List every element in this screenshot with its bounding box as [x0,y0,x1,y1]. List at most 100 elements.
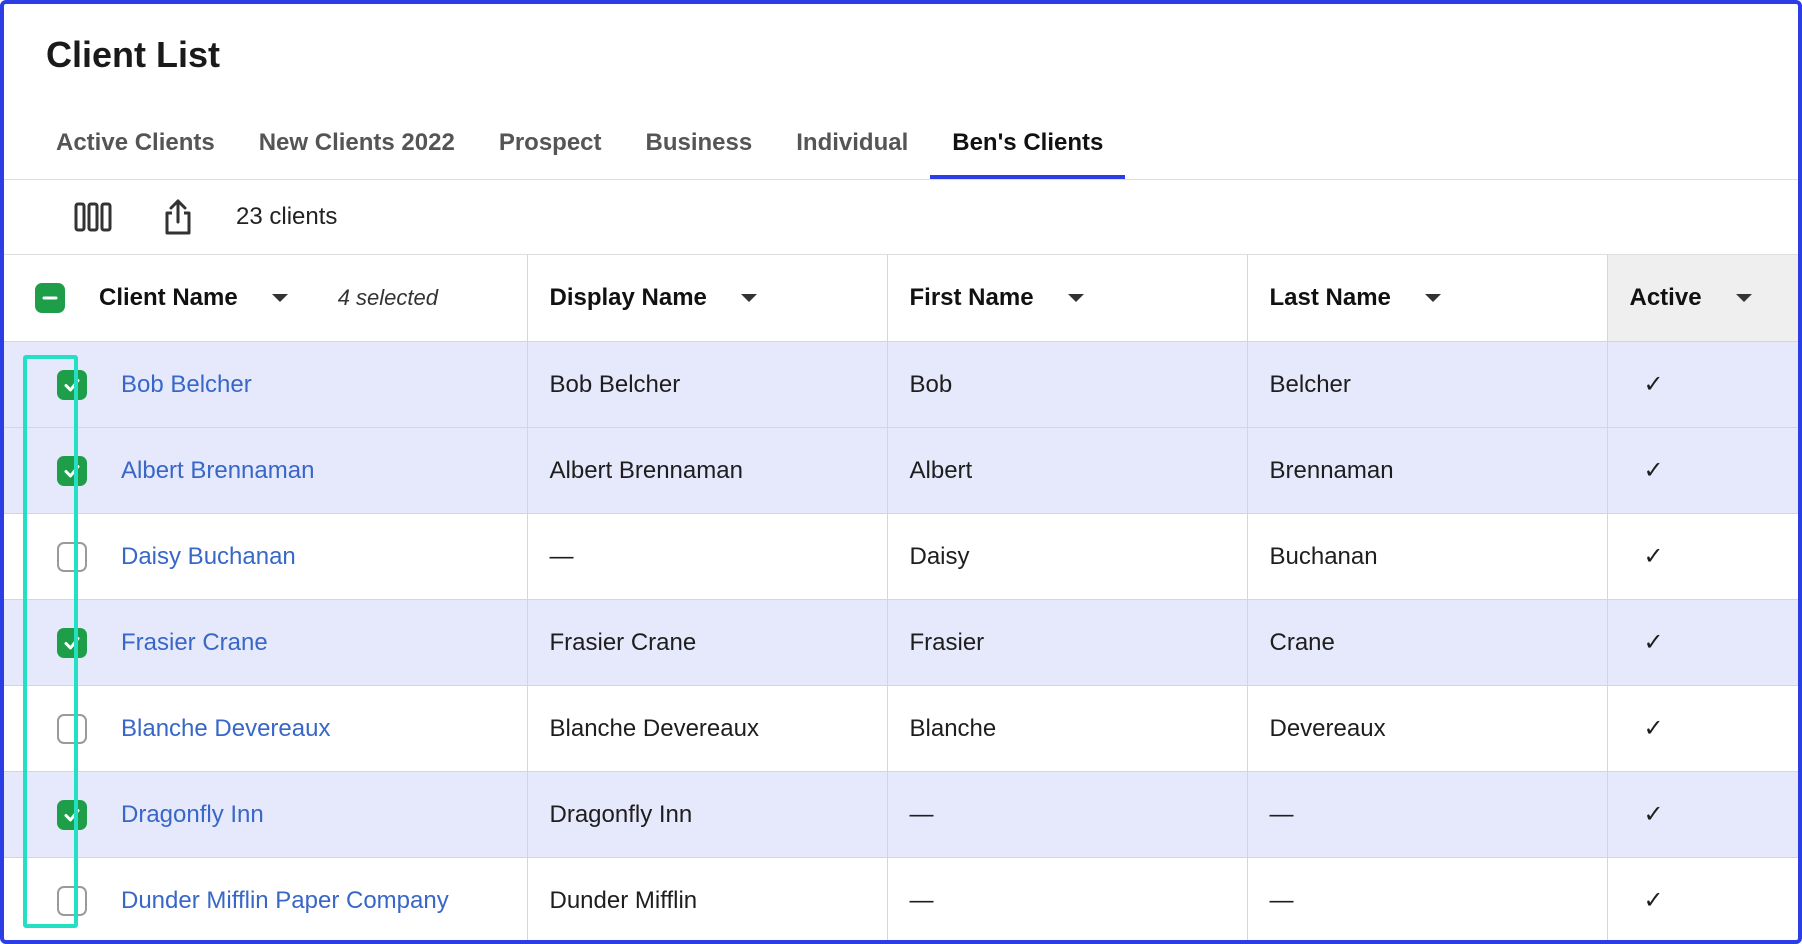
sort-caret-icon[interactable] [271,294,288,302]
cell-client-name: Blanche Devereaux [4,685,528,772]
client-name-link[interactable]: Frasier Crane [121,629,268,657]
cell-display-name: Albert Brennaman [527,427,888,514]
header-first-name: First Name [887,255,1248,342]
cell-client-name: Bob Belcher [4,341,528,428]
cell-client-name: Frasier Crane [4,599,528,686]
client-count: 23 clients [236,203,338,230]
header-client-name-label: Client Name [99,284,238,311]
active-check-icon: ✓ [1643,801,1664,828]
cell-display-name: Bob Belcher [527,341,888,428]
select-all-checkbox[interactable] [35,283,65,313]
cell-display-name: Blanche Devereaux [527,685,888,772]
row-checkbox[interactable] [57,627,87,658]
cell-last-name: Devereaux [1247,685,1608,772]
cell-first-name: Bob [887,341,1248,428]
cell-client-name: Albert Brennaman [4,427,528,514]
tab-prospect[interactable]: Prospect [477,114,624,180]
client-name-link[interactable]: Daisy Buchanan [121,543,296,571]
app-frame: Client List Active Clients New Clients 2… [0,0,1802,944]
cell-first-name: Frasier [887,599,1248,686]
cell-display-name: — [527,513,888,600]
selection-count: 4 selected [337,285,438,310]
header-first-name-label: First Name [909,284,1034,311]
share-export-icon [165,199,191,235]
table-row[interactable]: Bob Belcher Bob Belcher Bob Belcher ✓ [4,341,1798,428]
table-row[interactable]: Frasier Crane Frasier Crane Frasier Crane ✓ [4,599,1798,686]
table-row[interactable]: Daisy Buchanan — Daisy Buchanan ✓ [4,513,1798,600]
table-row[interactable]: Dunder Mifflin Paper Company Dunder Miffl… [4,857,1798,940]
cell-first-name: Blanche [887,685,1248,772]
row-checkbox[interactable] [57,541,87,572]
cell-first-name: Albert [887,427,1248,514]
cell-active: ✓ [1607,427,1798,514]
cell-last-name: Buchanan [1247,513,1608,600]
cell-active: ✓ [1607,771,1798,858]
cell-last-name: Belcher [1247,341,1608,428]
page-title: Client List [46,34,221,75]
cell-client-name: Dunder Mifflin Paper Company [4,857,528,940]
checkmark-icon [64,636,80,649]
row-checkbox[interactable] [57,885,87,916]
cell-last-name: — [1247,771,1608,858]
sort-caret-icon[interactable] [1067,294,1084,302]
header-active-label: Active [1629,284,1702,311]
cell-active: ✓ [1607,685,1798,772]
client-table: Client Name 4 selected Display Name Firs… [4,255,1798,940]
checkmark-icon [64,808,80,821]
row-checkbox[interactable] [57,455,87,486]
table-row[interactable]: Albert Brennaman Albert Brennaman Albert Br… [4,427,1798,514]
client-name-link[interactable]: Albert Brennaman [121,457,314,485]
client-name-link[interactable]: Dragonfly Inn [121,801,264,829]
active-check-icon: ✓ [1643,457,1664,484]
cell-client-name: Daisy Buchanan [4,513,528,600]
cell-last-name: Crane [1247,599,1608,686]
client-name-link[interactable]: Blanche Devereaux [121,715,330,743]
tab-business[interactable]: Business [624,114,775,180]
sort-caret-icon[interactable] [740,294,757,302]
tab-bar: Active Clients New Clients 2022 Prospect… [34,114,1798,180]
active-check-icon: ✓ [1643,715,1664,742]
tab-new-clients-2022[interactable]: New Clients 2022 [237,114,477,180]
cell-display-name: Dunder Mifflin [527,857,888,940]
cell-first-name: — [887,857,1248,940]
cell-last-name: — [1247,857,1608,940]
row-checkbox[interactable] [57,713,87,744]
columns-button[interactable] [70,196,116,238]
sort-caret-icon[interactable] [1735,294,1752,302]
header-active: Active [1607,255,1798,342]
row-checkbox[interactable] [57,369,87,400]
cell-client-name: Dragonfly Inn [4,771,528,858]
checkmark-icon [64,464,80,477]
cell-first-name: — [887,771,1248,858]
sort-caret-icon[interactable] [1424,294,1441,302]
toolbar: 23 clients [4,180,1798,255]
row-checkbox[interactable] [57,799,87,830]
export-button[interactable] [155,196,201,238]
header-last-name-label: Last Name [1269,284,1391,311]
tab-bens-clients[interactable]: Ben's Clients [930,114,1126,180]
tab-individual[interactable]: Individual [774,114,930,180]
cell-active: ✓ [1607,599,1798,686]
cell-display-name: Frasier Crane [527,599,888,686]
client-name-link[interactable]: Bob Belcher [121,371,252,399]
active-check-icon: ✓ [1643,543,1664,570]
table-row[interactable]: Dragonfly Inn Dragonfly Inn — — ✓ [4,771,1798,858]
client-name-link[interactable]: Dunder Mifflin Paper Company [121,887,449,915]
active-check-icon: ✓ [1643,887,1664,914]
cell-active: ✓ [1607,341,1798,428]
minus-icon [42,296,58,300]
table-row[interactable]: Blanche Devereaux Blanche Devereaux Blanch… [4,685,1798,772]
active-check-icon: ✓ [1643,629,1664,656]
header-display-name: Display Name [527,255,888,342]
header-client-name: Client Name 4 selected [4,255,528,342]
cell-last-name: Brennaman [1247,427,1608,514]
checkmark-icon [64,378,80,391]
cell-active: ✓ [1607,857,1798,940]
cell-first-name: Daisy [887,513,1248,600]
header-display-name-label: Display Name [549,284,707,311]
columns-icon [74,202,112,232]
header-last-name: Last Name [1247,255,1608,342]
cell-display-name: Dragonfly Inn [527,771,888,858]
tab-active-clients[interactable]: Active Clients [34,114,237,180]
active-check-icon: ✓ [1643,371,1664,398]
